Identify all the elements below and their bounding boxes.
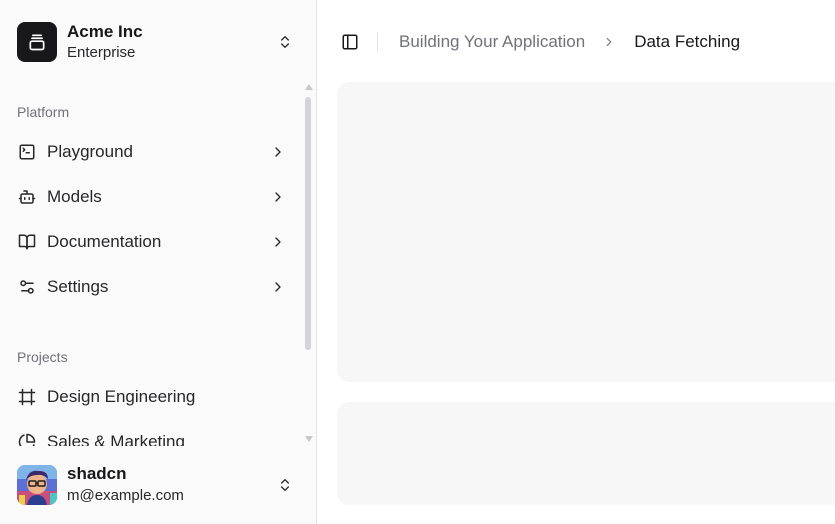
breadcrumb-link-parent[interactable]: Building Your Application bbox=[399, 31, 585, 53]
main-content: Building Your Application Data Fetching bbox=[317, 0, 835, 524]
panel-left-icon bbox=[342, 34, 358, 50]
breadcrumb: Building Your Application Data Fetching bbox=[399, 31, 740, 53]
settings-sliders-icon bbox=[17, 277, 37, 297]
chevron-right-icon bbox=[601, 34, 617, 50]
sidebar-item-label: Design Engineering bbox=[47, 387, 196, 406]
sidebar-scroll-area: Platform Playground Models Documentation… bbox=[0, 84, 316, 446]
sidebar-item-models[interactable]: Models bbox=[8, 179, 292, 215]
avatar bbox=[17, 465, 57, 505]
team-logo-icon bbox=[17, 22, 57, 62]
sidebar-item-label: Models bbox=[47, 187, 102, 206]
chevron-right-icon bbox=[270, 189, 286, 205]
sidebar-item-playground[interactable]: Playground bbox=[8, 134, 292, 170]
user-email: m@example.com bbox=[67, 487, 184, 504]
sidebar-item-documentation[interactable]: Documentation bbox=[8, 224, 292, 260]
team-switcher[interactable]: Acme Inc Enterprise bbox=[8, 11, 306, 73]
chevrons-up-down-icon bbox=[275, 32, 295, 52]
sidebar-item-label: Sales & Marketing bbox=[47, 432, 185, 446]
scrollbar-thumb[interactable] bbox=[305, 97, 311, 350]
user-info: shadcn m@example.com bbox=[67, 464, 275, 506]
sidebar: Acme Inc Enterprise Platform Playground bbox=[0, 0, 317, 524]
platform-group-label: Platform bbox=[17, 104, 70, 120]
chevron-right-icon bbox=[270, 234, 286, 250]
book-open-icon bbox=[17, 232, 37, 252]
header-divider bbox=[377, 32, 378, 52]
sidebar-item-label: Settings bbox=[47, 277, 109, 296]
sidebar-toggle-button[interactable] bbox=[337, 29, 363, 55]
sidebar-item-sales-marketing[interactable]: Sales & Marketing bbox=[8, 424, 292, 446]
scroll-down-arrow[interactable] bbox=[305, 436, 313, 442]
user-name: shadcn bbox=[67, 464, 127, 483]
sidebar-item-label: Playground bbox=[47, 142, 134, 161]
team-plan: Enterprise bbox=[67, 43, 136, 61]
header: Building Your Application Data Fetching bbox=[317, 0, 835, 84]
sidebar-item-design-engineering[interactable]: Design Engineering bbox=[8, 379, 292, 415]
projects-group-label: Projects bbox=[17, 349, 68, 365]
chevron-right-icon bbox=[270, 279, 286, 295]
team-name: Acme Inc bbox=[67, 21, 143, 41]
scroll-up-arrow[interactable] bbox=[305, 84, 313, 90]
terminal-square-icon bbox=[17, 142, 37, 162]
breadcrumb-current-page: Data Fetching bbox=[634, 32, 741, 51]
pie-chart-icon bbox=[17, 432, 37, 446]
team-info: Acme Inc Enterprise bbox=[67, 22, 275, 63]
chevron-right-icon bbox=[270, 144, 286, 160]
bot-icon bbox=[17, 187, 37, 207]
frame-icon bbox=[17, 387, 37, 407]
sidebar-item-label: Documentation bbox=[47, 232, 162, 251]
user-menu[interactable]: shadcn m@example.com bbox=[8, 455, 306, 515]
placeholder-panel-top bbox=[337, 82, 835, 382]
sidebar-item-settings[interactable]: Settings bbox=[8, 269, 292, 305]
sidebar-scrollbar[interactable] bbox=[302, 84, 313, 446]
placeholder-panel-bottom bbox=[337, 402, 835, 505]
chevrons-up-down-icon bbox=[275, 475, 295, 495]
